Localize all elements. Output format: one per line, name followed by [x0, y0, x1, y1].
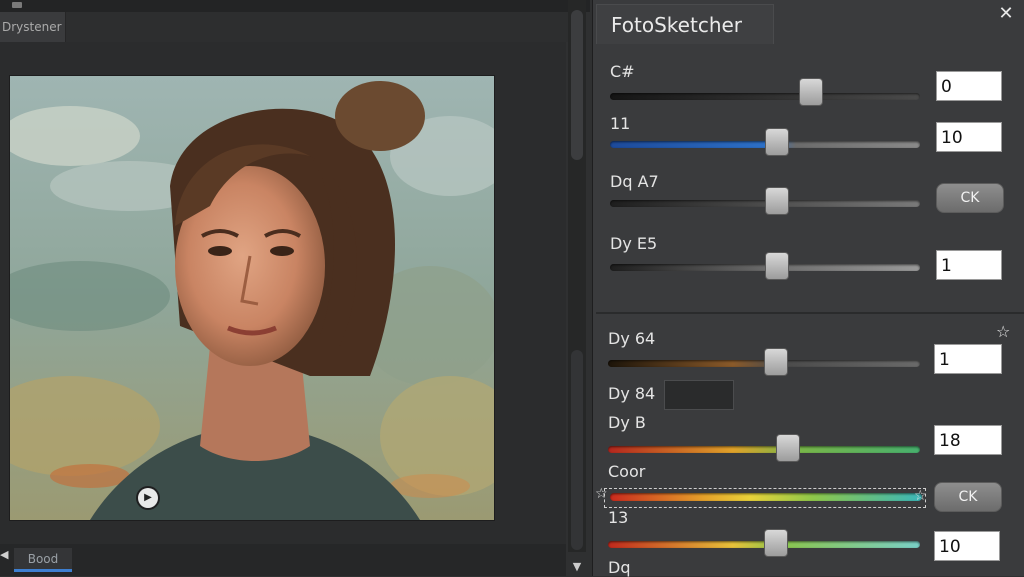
window-icon	[12, 2, 22, 8]
slider-thumb[interactable]	[765, 187, 789, 215]
slider-track[interactable]	[610, 93, 920, 100]
marquee-handle-icon[interactable]: ☆	[914, 488, 927, 504]
partial-label: Dq	[608, 558, 631, 577]
panel-divider	[596, 312, 1024, 314]
slider-thumb[interactable]	[764, 529, 788, 557]
marquee-handle-icon[interactable]: ☆	[595, 486, 608, 502]
top-strip	[0, 0, 590, 12]
vertical-scrollbar[interactable]	[568, 0, 586, 552]
value-input[interactable]: 10	[934, 531, 1000, 561]
slider-label: Dq A7	[610, 172, 659, 191]
panel-title: FotoSketcher	[596, 4, 774, 44]
color-spectrum-track[interactable]	[610, 493, 922, 501]
painted-portrait-image	[10, 76, 494, 520]
bottom-bar	[0, 544, 566, 576]
swatch-label: Dy 84	[608, 384, 656, 403]
slider-label: Dy B	[608, 413, 646, 432]
chevron-left-icon[interactable]: ◀	[0, 548, 12, 562]
ok-button[interactable]: CK	[936, 183, 1004, 213]
tab-bar	[66, 12, 570, 42]
slider-thumb[interactable]	[776, 434, 800, 462]
close-icon[interactable]: ✕	[996, 4, 1016, 24]
slider-label: 13	[608, 508, 629, 527]
play-icon[interactable]: ▶	[138, 488, 158, 508]
slider-thumb[interactable]	[799, 78, 823, 106]
ok-button[interactable]: CK	[934, 482, 1002, 512]
scrollbar-track-segment	[571, 350, 583, 550]
value-input[interactable]: 0	[936, 71, 1002, 101]
value-input[interactable]: 1	[934, 344, 1002, 374]
slider-label: 11	[610, 114, 631, 133]
value-input[interactable]: 18	[934, 425, 1002, 455]
bottom-tab[interactable]: Bood	[14, 548, 72, 572]
slider-label: C#	[610, 62, 635, 81]
value-input[interactable]: 10	[936, 122, 1002, 152]
slider-label: Dy 64	[608, 329, 656, 348]
slider-label: Dy E5	[610, 234, 658, 253]
slider-label: Coor	[608, 462, 646, 481]
scrollbar-thumb[interactable]	[571, 10, 583, 160]
portrait-painting	[10, 76, 494, 520]
slider-thumb[interactable]	[765, 128, 789, 156]
chevron-down-icon[interactable]: ▼	[570, 560, 584, 574]
color-swatch[interactable]	[664, 380, 734, 410]
value-input[interactable]: 1	[936, 250, 1002, 280]
slider-thumb[interactable]	[764, 348, 788, 376]
slider-track[interactable]	[608, 446, 920, 453]
slider-thumb[interactable]	[765, 252, 789, 280]
star-icon[interactable]: ☆	[996, 322, 1010, 341]
document-tab[interactable]: Drystener	[0, 12, 66, 42]
